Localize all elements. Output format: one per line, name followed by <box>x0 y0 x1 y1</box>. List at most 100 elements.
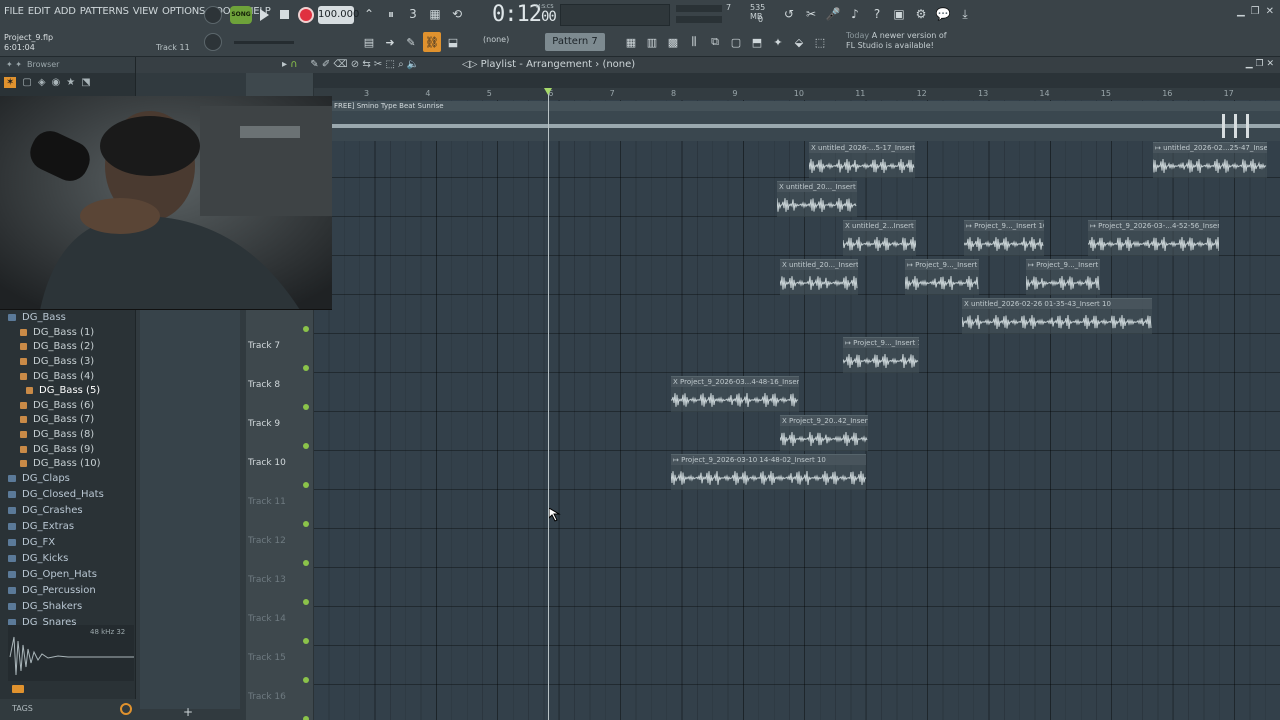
browser-sample-item[interactable]: DG_Bass (9) <box>8 442 136 457</box>
track-enable-dot[interactable] <box>303 404 309 410</box>
step-edit-icon[interactable]: ▦ <box>426 4 444 24</box>
browser-folder-item[interactable]: DG_Claps <box>8 471 136 487</box>
browser-icon[interactable]: ⧉ <box>706 32 724 52</box>
audio-clip[interactable]: ↦ Project_9..._Insert 10 <box>1026 259 1100 295</box>
audio-clip[interactable]: ↦ Project_9..._Insert 10 <box>905 259 979 295</box>
menu-options[interactable]: OPTIONS <box>162 6 205 17</box>
menu-patterns[interactable]: PATTERNS <box>80 6 129 17</box>
track-name[interactable]: Track 7 <box>248 341 280 351</box>
metronome-icon[interactable]: ⌃ <box>360 4 378 24</box>
track-enable-dot[interactable] <box>303 482 309 488</box>
audio-clip[interactable]: X untitled_20..._Insert 20 <box>777 181 857 217</box>
song-mode-button[interactable]: SONG <box>230 6 252 24</box>
browser-tag-icon[interactable]: ⬔ <box>81 77 90 88</box>
track-enable-dot[interactable] <box>303 443 309 449</box>
playlist-play-icon[interactable]: ▸ <box>282 59 287 70</box>
add-track-icon[interactable]: + <box>183 705 193 719</box>
audio-clip[interactable]: ↦ Project_9..._Insert 10 <box>843 337 919 373</box>
track-name[interactable]: Track 12 <box>248 536 286 546</box>
magnet-icon[interactable]: ∩ <box>290 59 297 70</box>
audio-clip[interactable]: ↦ Project_9..._Insert 10 <box>964 220 1044 256</box>
track-enable-dot[interactable] <box>303 677 309 683</box>
browser-folder-item[interactable]: DG_Closed_Hats <box>8 487 136 503</box>
pencil-icon[interactable]: ✎ <box>402 32 420 52</box>
piano-roll-icon[interactable]: ▤ <box>360 32 378 52</box>
audio-clip[interactable]: X untitled_20..._Insert 10 <box>780 259 858 295</box>
browser-plugin-icon[interactable]: ◈ <box>38 77 46 88</box>
track-name[interactable]: Track 11 <box>248 497 286 507</box>
tempo-display[interactable]: 100.000 <box>318 6 359 24</box>
browser-sample-item[interactable]: DG_Bass (3) <box>8 354 136 369</box>
tags-bar[interactable]: TAGS <box>0 699 136 720</box>
track-enable-dot[interactable] <box>303 716 309 720</box>
menu-edit[interactable]: EDIT <box>28 6 50 17</box>
playlist-icon[interactable]: ▦ <box>622 32 640 52</box>
browser-sample-item[interactable]: DG_Bass (2) <box>8 340 136 355</box>
browser-sample-item[interactable]: DG_Bass (4) <box>8 369 136 384</box>
audio-clip[interactable]: X untitled_2026-02-26 01-35-43_Insert 10 <box>962 298 1152 334</box>
track-enable-dot[interactable] <box>303 638 309 644</box>
track-enable-dot[interactable] <box>303 560 309 566</box>
draw-tool-icon[interactable]: ✎ <box>310 59 318 70</box>
browser-sample-icon[interactable]: ◉ <box>52 77 61 88</box>
zoom-tool-icon[interactable]: ⌕ <box>398 59 404 70</box>
browser-sample-item[interactable]: DG_Bass (1) <box>8 325 136 340</box>
track-name[interactable]: Track 9 <box>248 419 280 429</box>
paint-tool-icon[interactable]: ✐ <box>322 59 330 70</box>
minimize-icon[interactable]: ▁ <box>1237 6 1245 17</box>
playhead-marker[interactable] <box>544 88 552 95</box>
cut-icon[interactable]: ✂ <box>802 4 820 24</box>
piano-icon[interactable]: ▩ <box>664 32 682 52</box>
menu-add[interactable]: ADD <box>54 6 76 17</box>
chat-icon[interactable]: 💬 <box>934 4 952 24</box>
help-icon[interactable]: ? <box>868 4 886 24</box>
arrow-icon[interactable]: ➜ <box>381 32 399 52</box>
channel-rack-icon[interactable]: ▥ <box>643 32 661 52</box>
browser-folder-item[interactable]: DG_Extras <box>8 519 136 535</box>
delete-tool-icon[interactable]: ⌫ <box>333 59 347 70</box>
restore-icon[interactable]: ❐ <box>1251 6 1260 17</box>
wait-icon[interactable]: ⏸ <box>382 4 400 24</box>
browser-folder-item[interactable]: DG_FX <box>8 535 136 551</box>
browser-file-icon[interactable]: ▢ <box>22 77 31 88</box>
playlist-close-icon[interactable]: ✕ <box>1266 59 1274 69</box>
track-name[interactable]: Track 15 <box>248 653 286 663</box>
browser-filter-icon[interactable]: ✶ <box>4 77 17 88</box>
browser-folder-item[interactable]: DG_Kicks <box>8 551 136 567</box>
mute-tool-icon[interactable]: ⊘ <box>351 59 359 70</box>
countdown-icon[interactable]: 3 <box>404 4 422 24</box>
slice-tool-icon[interactable]: ✂ <box>374 59 382 70</box>
audio-clip[interactable]: ↦ untitled_2026-02...25-47_Insert 10 <box>1153 142 1267 178</box>
record-icon[interactable] <box>298 7 314 23</box>
slip-tool-icon[interactable]: ⇆ <box>362 59 370 70</box>
audio-clip[interactable]: ↦ Project_9_2026-03-10 14-48-02_Insert 1… <box>671 454 866 490</box>
browser-sample-item[interactable]: DG_Bass (7) <box>8 413 136 428</box>
track-name[interactable]: Track 14 <box>248 614 286 624</box>
browser-sample-item[interactable]: DG_Bass (8) <box>8 427 136 442</box>
mixer-toggle-icon[interactable]: ⫼ <box>685 32 703 52</box>
stop-icon[interactable] <box>280 10 289 19</box>
folder-dg-bass[interactable]: DG_Bass <box>8 309 136 325</box>
undo-icon[interactable]: ↺ <box>780 4 798 24</box>
mic-icon[interactable]: 🎤 <box>824 4 842 24</box>
menu-file[interactable]: FILE <box>4 6 24 17</box>
track-enable-dot[interactable] <box>303 326 309 332</box>
audio-clip[interactable]: ↦ Project_9_2026-03-...4-52-56_Insert 10 <box>1088 220 1219 256</box>
download-icon[interactable]: ⤓ <box>956 4 974 24</box>
plugin-icon[interactable]: ⬒ <box>748 32 766 52</box>
track-name[interactable]: Track 16 <box>248 692 286 702</box>
audio-clip[interactable]: X untitled_2026-...5-17_Insert 10 <box>809 142 915 178</box>
stamp-icon[interactable]: ⬓ <box>444 32 462 52</box>
none-selector[interactable]: (none) <box>483 35 509 44</box>
preview-play-icon[interactable] <box>12 685 24 693</box>
link-icon[interactable]: ⛓ <box>423 32 441 52</box>
browser-folder-item[interactable]: DG_Shakers <box>8 599 136 615</box>
browser-sample-item[interactable]: DG_Bass (6) <box>8 398 136 413</box>
browser-sample-item[interactable]: DG_Bass (5) <box>8 383 136 398</box>
playback-tool-icon[interactable]: 🔈 <box>407 59 419 70</box>
track-enable-dot[interactable] <box>303 365 309 371</box>
playlist-minimize-icon[interactable]: ▁ <box>1246 59 1253 69</box>
save-icon[interactable]: ▣ <box>890 4 908 24</box>
track-name[interactable]: Track 10 <box>248 458 286 468</box>
master-pitch-knob[interactable] <box>204 6 222 24</box>
